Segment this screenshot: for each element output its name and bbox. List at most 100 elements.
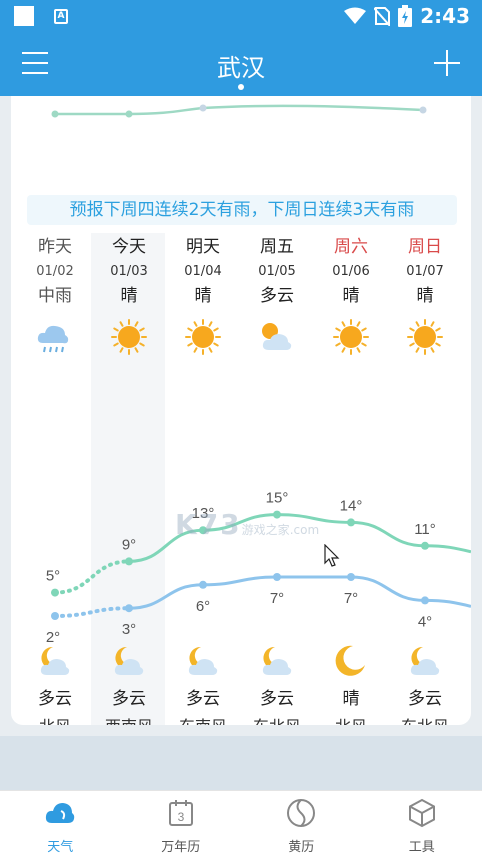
day-date: 01/02 (36, 264, 74, 279)
forecast-night: 多云北风2级轻度 (18, 641, 92, 725)
moon-cloud-icon (410, 646, 440, 675)
city-title[interactable]: 武汉 (0, 48, 482, 83)
cloud-icon (46, 803, 75, 823)
low-temp-label: 6° (196, 598, 210, 615)
moon-cloud-icon (188, 646, 218, 675)
bottom-tab-bar: 天气 3 万年历 黄历 工具 (0, 790, 482, 856)
wind-direction: 东北风 (388, 715, 462, 725)
wind-direction: 北风 (314, 715, 388, 725)
low-point (199, 580, 207, 589)
high-point (125, 557, 133, 566)
sun-icon (333, 319, 369, 355)
partly-cloudy-icon (262, 323, 292, 350)
forecast-night: 晴北风3级良 (314, 641, 388, 725)
day-date: 01/05 (258, 264, 296, 279)
low-temp-label: 7° (270, 590, 284, 607)
high-past-line (53, 559, 131, 595)
day-weather: 晴 (342, 286, 360, 306)
wind-direction: 西南风 (92, 715, 166, 725)
forecast-day[interactable]: 今天 01/03 晴 (92, 233, 166, 357)
forecast-banner[interactable]: 预报下周四连续2天有雨，下周日连续3天有雨 (27, 195, 457, 225)
low-point (125, 604, 133, 613)
day-name: 周日 (408, 237, 442, 257)
sun-icon (185, 319, 221, 355)
day-name: 昨天 (38, 237, 72, 257)
forecast-day[interactable]: 周六 01/06 晴 (314, 233, 388, 357)
high-temp-label: 5° (46, 568, 60, 585)
wind-direction: 东南风 (166, 715, 240, 725)
tab-calendar[interactable]: 3 万年历 (121, 791, 242, 856)
page-indicator (238, 84, 244, 90)
forecast-night: 多云东北风2级优 (240, 641, 314, 725)
moon-cloud-icon (114, 646, 144, 675)
calendar-icon: 3 (168, 800, 193, 826)
wind-direction: 东北风 (240, 715, 314, 725)
day-date: 01/04 (184, 264, 222, 279)
wind-direction: 北风 (18, 715, 92, 725)
app-notification-icon: A (54, 8, 68, 24)
high-point (51, 588, 59, 597)
day-name: 周六 (334, 237, 368, 257)
high-temp-label: 9° (122, 536, 136, 553)
forecast-day[interactable]: 周五 01/05 多云 (240, 233, 314, 357)
day-weather: 中雨 (38, 286, 72, 306)
tab-almanac[interactable]: 黄历 (241, 791, 362, 856)
battery-icon (398, 5, 413, 27)
day-weather: 晴 (194, 286, 212, 306)
watermark: K73游戏之家.com (175, 508, 320, 541)
night-weather: 多云 (408, 689, 442, 709)
cube-icon (408, 798, 435, 828)
low-line (128, 575, 471, 610)
next-section-preview (0, 736, 482, 790)
yin-yang-icon (287, 799, 316, 827)
night-weather: 多云 (112, 689, 146, 709)
moon-cloud-icon (262, 646, 292, 675)
main-content: ◀1级良◀1级良◢2级良◢2级良▲1级良◀1级良 预报下周四连续2天有雨，下周日… (0, 96, 482, 790)
low-point (347, 573, 355, 581)
tab-tools[interactable]: 工具 (362, 791, 482, 856)
high-point (421, 541, 429, 550)
forecast-day[interactable]: 昨天 01/02 中雨 (18, 233, 92, 357)
day-weather: 晴 (120, 286, 138, 306)
night-weather: 多云 (186, 689, 220, 709)
low-temp-label: 4° (418, 613, 432, 630)
clock: 2:43 (420, 4, 470, 28)
day-weather: 多云 (260, 286, 294, 306)
no-sim-icon (374, 7, 391, 26)
sun-icon (111, 319, 147, 355)
night-weather: 多云 (38, 689, 72, 709)
add-city-button[interactable] (432, 48, 462, 78)
low-temp-label: 3° (122, 621, 136, 638)
forecast-night: 多云西南风2级良 (92, 641, 166, 725)
night-weather: 多云 (260, 689, 294, 709)
tab-weather[interactable]: 天气 (0, 791, 121, 856)
wifi-icon (344, 7, 367, 24)
high-temp-label: 14° (340, 497, 363, 514)
forecast-day[interactable]: 明天 01/04 晴 (166, 233, 240, 357)
day-date: 01/07 (406, 264, 444, 279)
status-bar: A 2:43 (0, 0, 482, 34)
moon-icon (335, 645, 365, 676)
hourly-temp-line (51, 104, 427, 118)
forecast-day[interactable]: 周日 01/07 晴 (388, 233, 462, 357)
notification-icon (14, 6, 34, 26)
sun-icon (407, 319, 443, 355)
day-name: 明天 (186, 237, 220, 257)
night-weather: 晴 (342, 689, 360, 709)
low-point (51, 612, 59, 620)
high-point (347, 518, 355, 527)
temperature-chart: 5°9°13°15° 14°11°2° 3°6° 7° 7°4° (46, 490, 471, 646)
low-point (273, 573, 281, 581)
low-temp-label: 7° (344, 590, 358, 607)
forecast-night: 多云东北风3级良 (388, 641, 462, 725)
mouse-cursor-icon (324, 544, 340, 567)
day-name: 今天 (112, 237, 146, 257)
day-date: 01/03 (110, 264, 148, 279)
day-date: 01/06 (332, 264, 370, 279)
rain-cloud-icon (37, 325, 69, 353)
low-point (421, 596, 429, 605)
moon-cloud-icon (40, 646, 70, 675)
high-temp-label: 11° (414, 521, 436, 538)
day-name: 周五 (260, 237, 294, 257)
daily-forecast-card: 预报下周四连续2天有雨，下周日连续3天有雨 昨天 01/02 中雨 今天 01/03 晴明… (11, 181, 471, 725)
